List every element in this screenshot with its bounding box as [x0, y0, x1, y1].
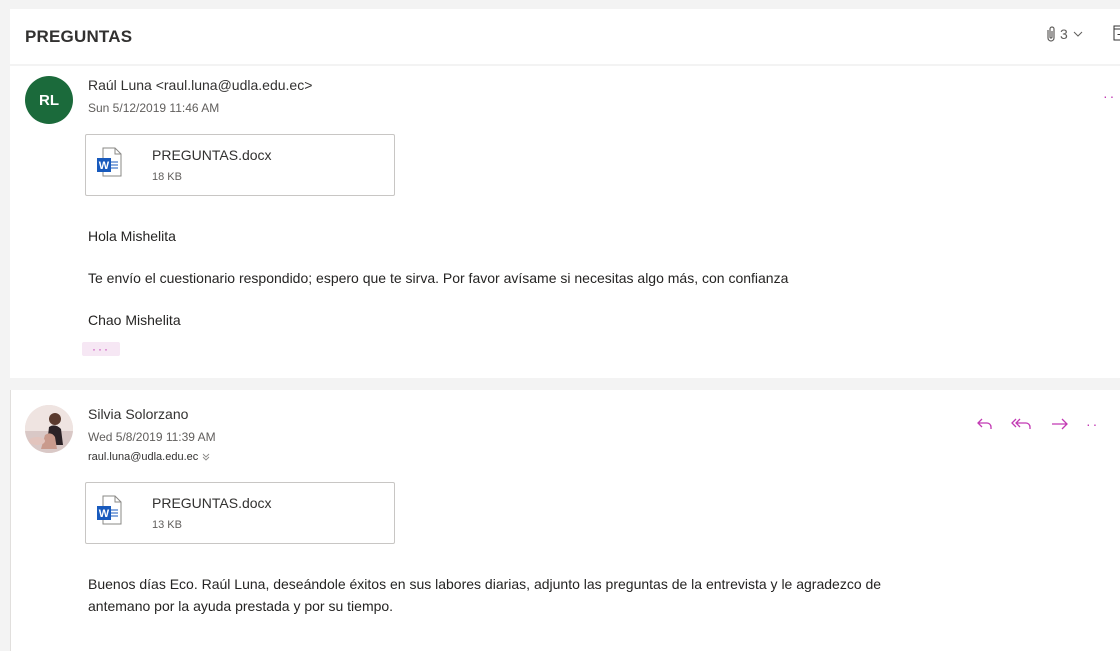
attachment-size: 18 KB — [152, 171, 182, 183]
sender-name[interactable]: Silvia Solorzano — [88, 406, 188, 422]
message-card[interactable]: RL Raúl Luna <raul.luna@udla.edu.ec> Sun… — [10, 66, 1120, 378]
attachment-card[interactable]: W PREGUNTAS.docx 13 KB — [85, 482, 395, 544]
attachment-size: 13 KB — [152, 519, 182, 531]
paperclip-icon — [1047, 26, 1055, 42]
body-paragraph: Hola Mishelita — [88, 228, 176, 244]
message-date: Wed 5/8/2019 11:39 AM — [88, 430, 216, 444]
expand-icon[interactable] — [1113, 25, 1120, 41]
forward-icon[interactable] — [1050, 416, 1070, 432]
attachments-toggle[interactable]: 3 — [1046, 25, 1084, 43]
avatar-photo — [25, 405, 73, 453]
avatar[interactable]: RL — [25, 76, 73, 124]
more-icon[interactable]: ·· — [1103, 88, 1116, 104]
show-quoted-text-button[interactable]: ··· — [82, 342, 120, 356]
body-paragraph: Chao Mishelita — [88, 312, 181, 328]
chevron-down-icon — [202, 453, 210, 461]
word-doc-icon: W — [97, 495, 122, 525]
message-card[interactable]: Silvia Solorzano Wed 5/8/2019 11:39 AM r… — [10, 390, 1120, 651]
message-actions: ·· — [976, 416, 1099, 432]
divider — [10, 390, 11, 651]
attachment-name: PREGUNTAS.docx — [152, 147, 272, 163]
attachment-name: PREGUNTAS.docx — [152, 495, 272, 511]
avatar[interactable] — [25, 405, 73, 453]
attachment-card[interactable]: W PREGUNTAS.docx 18 KB — [85, 134, 395, 196]
conversation-subject: PREGUNTAS — [25, 27, 133, 46]
more-icon[interactable]: ·· — [1086, 416, 1099, 432]
attachment-count: 3 — [1060, 26, 1068, 42]
svg-text:W: W — [99, 160, 110, 172]
recipient-address: raul.luna@udla.edu.ec — [88, 451, 199, 463]
body-paragraph: Buenos días Eco. Raúl Luna, deseándole é… — [88, 576, 882, 592]
sender-name[interactable]: Raúl Luna <raul.luna@udla.edu.ec> — [88, 77, 312, 93]
conversation-header: PREGUNTAS 3 — [10, 9, 1120, 64]
reply-all-icon[interactable] — [1010, 416, 1034, 432]
message-date: Sun 5/12/2019 11:46 AM — [88, 101, 220, 115]
body-paragraph: antemano por la ayuda prestada y por su … — [88, 598, 394, 614]
svg-text:W: W — [99, 508, 110, 520]
chevron-down-icon — [1073, 31, 1083, 37]
body-paragraph: Te envío el cuestionario respondido; esp… — [88, 270, 789, 286]
reply-icon[interactable] — [976, 416, 994, 432]
word-doc-icon: W — [97, 147, 122, 177]
recipient-line[interactable]: raul.luna@udla.edu.ec — [88, 451, 211, 463]
